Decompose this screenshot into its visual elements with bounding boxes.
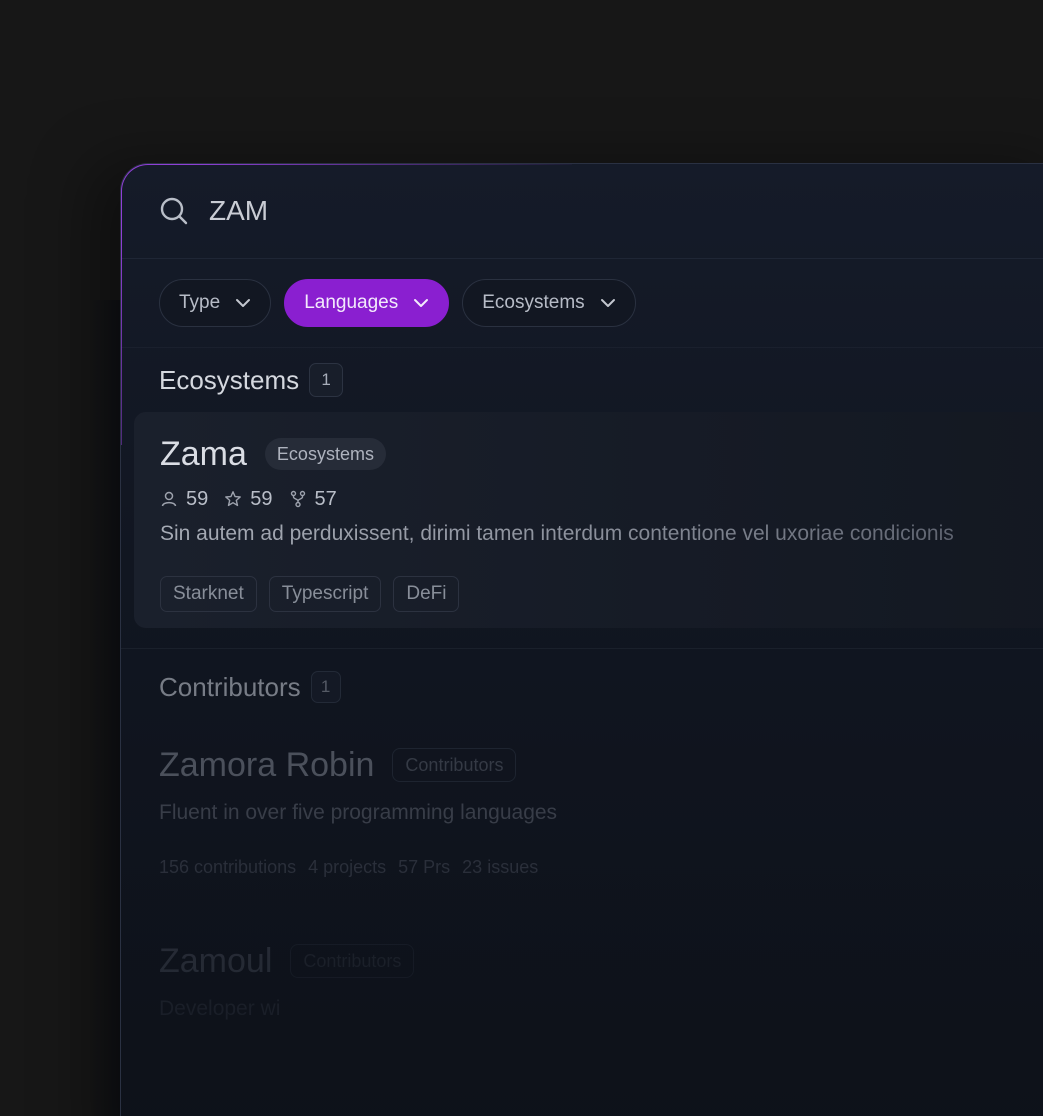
contributors-section-header: Contributors 1 [121, 659, 1043, 715]
type-badge: Contributors [392, 748, 517, 782]
type-badge: Ecosystems [264, 438, 386, 470]
contributor-description: Fluent in over five programming language… [159, 801, 558, 824]
type-badge: Contributors [290, 944, 415, 978]
chevron-down-icon [414, 299, 429, 307]
tag[interactable]: DeFi [393, 576, 460, 612]
panel-side-shadow [90, 300, 120, 1116]
contributor-result[interactable]: Zamoul Contributors Developer wi [121, 931, 1043, 1021]
contributor-stats: 156 contributions 4 projects 57 Prs 23 i… [159, 851, 1043, 883]
filter-bar: Type Languages Ecosystems [121, 259, 1043, 348]
app-stage: Type Languages Ecosystems Ecosystems 1 Z… [0, 0, 1043, 1116]
ecosystem-name: Zama [160, 434, 247, 473]
ecosystem-description: Sin autem ad perduxissent, dirimi tamen … [160, 522, 1043, 546]
contributor-description: Developer wi [159, 997, 281, 1020]
search-bar [121, 164, 1043, 259]
prs-stat: 57 Prs [398, 856, 451, 877]
ecosystem-stats: 59 59 57 [160, 486, 1043, 512]
fork-icon [290, 490, 305, 508]
star-icon [225, 491, 242, 507]
user-icon [161, 491, 177, 507]
contributor-name: Zamoul [159, 941, 273, 980]
stars-count: 59 [250, 487, 273, 510]
search-icon [159, 196, 189, 226]
search-input[interactable] [209, 195, 809, 227]
filter-ecosystems-label: Ecosystems [482, 292, 585, 313]
contributors-section-title: Contributors [159, 671, 301, 702]
chevron-down-icon [600, 299, 615, 307]
ecosystems-section-header: Ecosystems 1 [121, 348, 1043, 412]
chevron-down-icon [236, 299, 251, 307]
contributors-count: 59 [186, 487, 209, 510]
section-divider [121, 648, 1043, 649]
filter-type-chip[interactable]: Type [159, 279, 272, 327]
search-panel: Type Languages Ecosystems Ecosystems 1 Z… [120, 163, 1043, 1116]
projects-stat: 4 projects [308, 856, 387, 877]
tag[interactable]: Typescript [268, 576, 382, 612]
ecosystems-section-title: Ecosystems [159, 364, 300, 395]
contributors-count-badge: 1 [310, 671, 341, 703]
forks-count: 57 [314, 487, 337, 510]
filter-languages-label: Languages [304, 292, 399, 313]
contributor-result[interactable]: Zamora Robin Contributors Fluent in over… [121, 735, 1043, 883]
ecosystem-result-card[interactable]: Zama Ecosystems 59 59 57 Sin autem ad pe… [134, 412, 1043, 628]
contributor-name: Zamora Robin [159, 745, 375, 784]
filter-type-label: Type [179, 292, 221, 313]
tag[interactable]: Starknet [160, 576, 257, 612]
filter-ecosystems-chip[interactable]: Ecosystems [462, 279, 636, 327]
filter-languages-chip[interactable]: Languages [284, 279, 450, 327]
ecosystem-tags: Starknet Typescript DeFi [160, 576, 1043, 612]
ecosystems-count-badge: 1 [309, 363, 344, 397]
contributions-stat: 156 contributions [159, 856, 297, 877]
issues-stat: 23 issues [462, 856, 539, 877]
